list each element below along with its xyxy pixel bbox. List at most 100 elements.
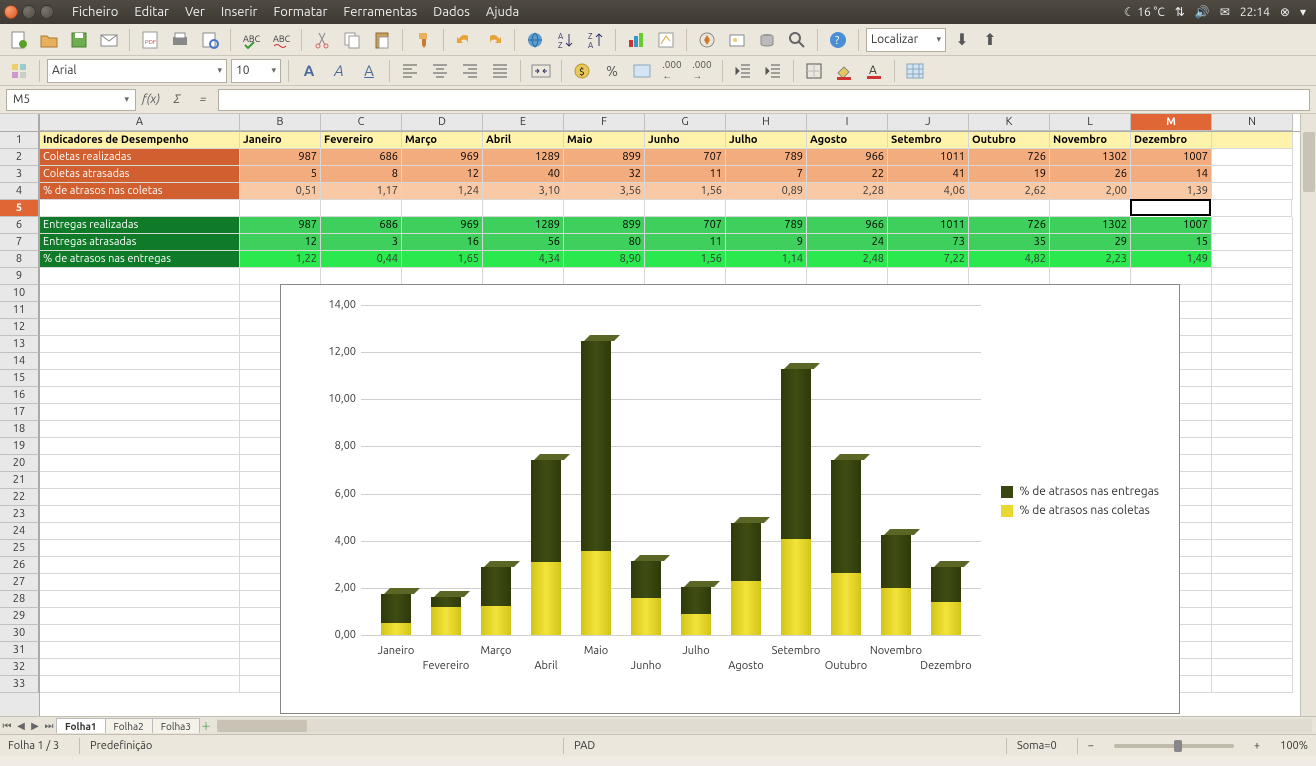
- row-header-4[interactable]: 4: [0, 183, 39, 200]
- grid-lines-button[interactable]: [902, 58, 928, 84]
- cell-N5[interactable]: [1211, 200, 1292, 217]
- cell-C5[interactable]: [321, 200, 402, 217]
- cell-I5[interactable]: [807, 200, 888, 217]
- cell-D4[interactable]: 1,24: [402, 183, 483, 200]
- row-header-32[interactable]: 32: [0, 659, 39, 676]
- cell-A21[interactable]: [40, 472, 240, 489]
- cell-D3[interactable]: 12: [402, 166, 483, 183]
- horizontal-scrollbar[interactable]: [217, 719, 1312, 733]
- zoom-slider[interactable]: [1114, 744, 1234, 748]
- cell-A29[interactable]: [40, 608, 240, 625]
- cell-N33[interactable]: [1212, 676, 1293, 693]
- tab-last-button[interactable]: ⏭: [42, 720, 56, 732]
- cell-J1[interactable]: Setembro: [888, 132, 969, 149]
- menu-ficheiro[interactable]: Ficheiro: [64, 5, 126, 19]
- column-header-F[interactable]: F: [564, 114, 645, 131]
- cell-A11[interactable]: [40, 302, 240, 319]
- tab-next-button[interactable]: ▶: [28, 720, 42, 732]
- cell-K7[interactable]: 35: [969, 234, 1050, 251]
- cell-N26[interactable]: [1212, 557, 1293, 574]
- cell-A5[interactable]: [40, 200, 240, 217]
- cell-J9[interactable]: [888, 268, 969, 285]
- cell-J3[interactable]: 41: [888, 166, 969, 183]
- cell-N21[interactable]: [1212, 472, 1293, 489]
- cell-M2[interactable]: 1007: [1131, 149, 1212, 166]
- cell-J6[interactable]: 1011: [888, 217, 969, 234]
- cell-B6[interactable]: 987: [240, 217, 321, 234]
- zoom-in-button[interactable]: +: [1254, 740, 1260, 752]
- cut-button[interactable]: [309, 27, 335, 53]
- cell-H4[interactable]: 0,89: [726, 183, 807, 200]
- formula-input[interactable]: [218, 89, 1310, 111]
- cell-M8[interactable]: 1,49: [1131, 251, 1212, 268]
- sheet-tab-folha1[interactable]: Folha1: [56, 718, 106, 733]
- cell-J8[interactable]: 7,22: [888, 251, 969, 268]
- cell-B1[interactable]: Janeiro: [240, 132, 321, 149]
- maximize-window-button[interactable]: [40, 5, 54, 19]
- cell-B4[interactable]: 0,51: [240, 183, 321, 200]
- embedded-chart[interactable]: 0,002,004,006,008,0010,0012,0014,00Janei…: [280, 284, 1180, 714]
- cell-I6[interactable]: 966: [807, 217, 888, 234]
- cell-C1[interactable]: Fevereiro: [321, 132, 402, 149]
- zoom-button[interactable]: [784, 27, 810, 53]
- cell-N6[interactable]: [1212, 217, 1293, 234]
- column-header-I[interactable]: I: [807, 114, 888, 131]
- column-header-B[interactable]: B: [240, 114, 321, 131]
- row-header-21[interactable]: 21: [0, 472, 39, 489]
- select-all-corner[interactable]: [0, 114, 39, 132]
- column-header-C[interactable]: C: [321, 114, 402, 131]
- cell-A23[interactable]: [40, 506, 240, 523]
- percent-button[interactable]: %: [599, 58, 625, 84]
- tab-prev-button[interactable]: ◀: [14, 720, 28, 732]
- sort-desc-button[interactable]: ZA: [582, 27, 608, 53]
- cell-N32[interactable]: [1212, 659, 1293, 676]
- row-header-18[interactable]: 18: [0, 421, 39, 438]
- cell-A33[interactable]: [40, 676, 240, 693]
- row-header-1[interactable]: 1: [0, 132, 39, 149]
- row-header-26[interactable]: 26: [0, 557, 39, 574]
- cell-N18[interactable]: [1212, 421, 1293, 438]
- cell-A2[interactable]: Coletas realizadas: [40, 149, 240, 166]
- cell-I4[interactable]: 2,28: [807, 183, 888, 200]
- cell-N17[interactable]: [1212, 404, 1293, 421]
- show-draw-functions-button[interactable]: [653, 27, 679, 53]
- cell-C7[interactable]: 3: [321, 234, 402, 251]
- cell-N12[interactable]: [1212, 319, 1293, 336]
- add-sheet-button[interactable]: ＋: [199, 718, 213, 733]
- cell-A25[interactable]: [40, 540, 240, 557]
- help-button[interactable]: ?: [825, 27, 851, 53]
- cell-E1[interactable]: Abril: [483, 132, 564, 149]
- cell-F3[interactable]: 32: [564, 166, 645, 183]
- cell-F1[interactable]: Maio: [564, 132, 645, 149]
- cell-A12[interactable]: [40, 319, 240, 336]
- cell-D6[interactable]: 969: [402, 217, 483, 234]
- cell-G4[interactable]: 1,56: [645, 183, 726, 200]
- row-header-19[interactable]: 19: [0, 438, 39, 455]
- borders-button[interactable]: [801, 58, 827, 84]
- cell-C2[interactable]: 686: [321, 149, 402, 166]
- font-color-button[interactable]: A: [861, 58, 887, 84]
- row-header-10[interactable]: 10: [0, 285, 39, 302]
- cell-A17[interactable]: [40, 404, 240, 421]
- cell-H3[interactable]: 7: [726, 166, 807, 183]
- background-color-button[interactable]: [831, 58, 857, 84]
- gallery-button[interactable]: [724, 27, 750, 53]
- cell-M7[interactable]: 15: [1131, 234, 1212, 251]
- find-next-up-button[interactable]: ⬆: [978, 30, 1002, 49]
- tab-first-button[interactable]: ⏮: [0, 720, 14, 732]
- status-sum[interactable]: Soma=0: [1006, 738, 1057, 754]
- cell-D1[interactable]: Março: [402, 132, 483, 149]
- cell-A26[interactable]: [40, 557, 240, 574]
- menu-ajuda[interactable]: Ajuda: [478, 5, 527, 19]
- cell-J4[interactable]: 4,06: [888, 183, 969, 200]
- cell-N30[interactable]: [1212, 625, 1293, 642]
- row-header-24[interactable]: 24: [0, 523, 39, 540]
- cell-C3[interactable]: 8: [321, 166, 402, 183]
- function-wizard-button[interactable]: f(x): [140, 89, 162, 111]
- row-header-6[interactable]: 6: [0, 217, 39, 234]
- menu-ferramentas[interactable]: Ferramentas: [335, 5, 425, 19]
- cell-A30[interactable]: [40, 625, 240, 642]
- cell-L1[interactable]: Novembro: [1050, 132, 1131, 149]
- cell-A18[interactable]: [40, 421, 240, 438]
- zoom-out-button[interactable]: −: [1077, 738, 1094, 754]
